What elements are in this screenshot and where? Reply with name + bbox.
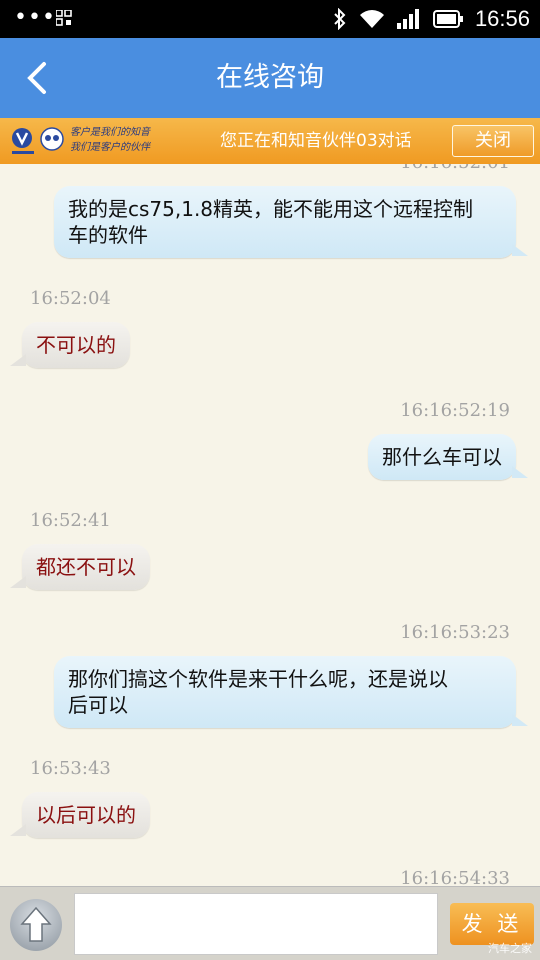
message-bubble-outgoing[interactable]: 我的是cs75,1.8精英，能不能用这个远程控制 车的软件 bbox=[54, 186, 528, 258]
send-button[interactable]: 发 送 bbox=[450, 903, 534, 945]
message-text: 那你们搞这个软件是来干什么呢，还是说以 bbox=[68, 667, 448, 691]
title-bar: 在线咨询 bbox=[0, 38, 540, 118]
message-text: 我的是cs75,1.8精英，能不能用这个远程控制 bbox=[68, 197, 474, 221]
message-text: 以后可以的 bbox=[36, 803, 136, 827]
slogan-line-2: 我们是客户的伙伴 bbox=[70, 142, 150, 153]
clock: 16:56 bbox=[474, 6, 530, 31]
wifi-icon bbox=[359, 10, 384, 28]
message-text: 车的软件 bbox=[68, 223, 148, 247]
agent-banner: 客户是我们的知音 我们是客户的伙伴 您正在和知音伙伴03对话 关闭 bbox=[0, 118, 540, 164]
status-bar: ••• 16:56 bbox=[0, 0, 540, 38]
message-text: 都还不可以 bbox=[36, 555, 136, 579]
message-bubble-incoming[interactable]: 以后可以的 bbox=[10, 792, 150, 838]
chat-messages[interactable]: 16:16:52:01 我的是cs75,1.8精英，能不能用这个远程控制 车的软… bbox=[0, 164, 540, 886]
watermark: 汽车之家 bbox=[488, 942, 532, 955]
message-input[interactable] bbox=[74, 893, 438, 955]
message-timestamp: 16:16:54:33 bbox=[400, 868, 510, 886]
message-timestamp: 16:16:53:23 bbox=[400, 622, 510, 643]
message-bubble-outgoing[interactable]: 那你们搞这个软件是来干什么呢，还是说以 后可以 bbox=[54, 656, 528, 728]
more-dots-icon: ••• bbox=[14, 5, 56, 30]
message-bubble-incoming[interactable]: 不可以的 bbox=[10, 322, 130, 368]
message-timestamp: 16:16:52:01 bbox=[400, 164, 510, 173]
message-timestamp: 16:16:52:19 bbox=[400, 400, 510, 421]
message-bubble-outgoing[interactable]: 那什么车可以 bbox=[368, 434, 528, 480]
message-timestamp: 16:53:43 bbox=[30, 758, 111, 779]
apps-grid-icon bbox=[56, 10, 72, 26]
battery-icon bbox=[432, 10, 463, 28]
close-button[interactable]: 关闭 bbox=[452, 125, 534, 157]
up-arrow-icon bbox=[20, 906, 52, 942]
agent-status-text: 您正在和知音伙伴03对话 bbox=[220, 131, 412, 151]
bluetooth-icon bbox=[334, 8, 346, 30]
message-timestamp: 16:52:41 bbox=[30, 510, 111, 531]
message-text: 那什么车可以 bbox=[382, 445, 502, 469]
message-text: 后可以 bbox=[68, 693, 128, 717]
page-title: 在线咨询 bbox=[216, 62, 324, 93]
message-timestamp: 16:52:04 bbox=[30, 288, 111, 309]
slogan: 客户是我们的知音 我们是客户的伙伴 bbox=[70, 125, 150, 155]
signal-icon bbox=[396, 9, 419, 29]
slogan-line-1: 客户是我们的知音 bbox=[70, 127, 150, 138]
message-text: 不可以的 bbox=[36, 333, 116, 357]
input-bar: 发 送 汽车之家 bbox=[0, 886, 540, 960]
brand-logo bbox=[12, 127, 64, 154]
message-bubble-incoming[interactable]: 都还不可以 bbox=[10, 544, 150, 590]
upload-button[interactable] bbox=[10, 899, 62, 951]
